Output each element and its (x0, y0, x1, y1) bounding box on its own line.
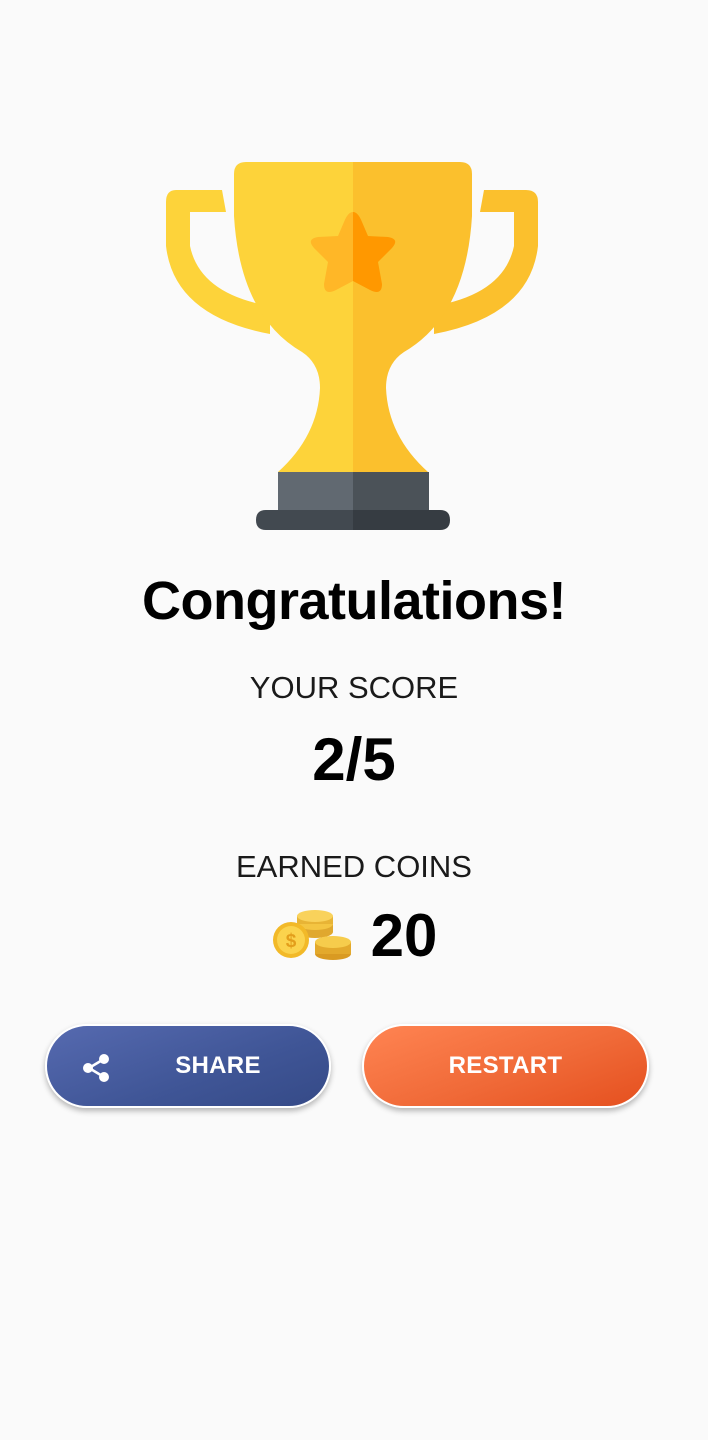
coins-label: EARNED COINS (236, 849, 472, 884)
coins-value: 20 (370, 902, 438, 969)
score-value: 2/5 (312, 726, 396, 793)
share-button-label: SHARE (175, 1052, 261, 1079)
coins-row: $ 20 (0, 896, 708, 976)
coins-icon: $ (272, 910, 351, 960)
restart-button-label: RESTART (448, 1052, 563, 1079)
score-label: YOUR SCORE (249, 670, 459, 705)
svg-text:$: $ (285, 931, 296, 952)
share-button[interactable]: SHARE (45, 1024, 331, 1108)
trophy-icon (166, 162, 538, 530)
restart-button[interactable]: RESTART (362, 1024, 649, 1108)
congratulations-title: Congratulations! (142, 571, 566, 631)
